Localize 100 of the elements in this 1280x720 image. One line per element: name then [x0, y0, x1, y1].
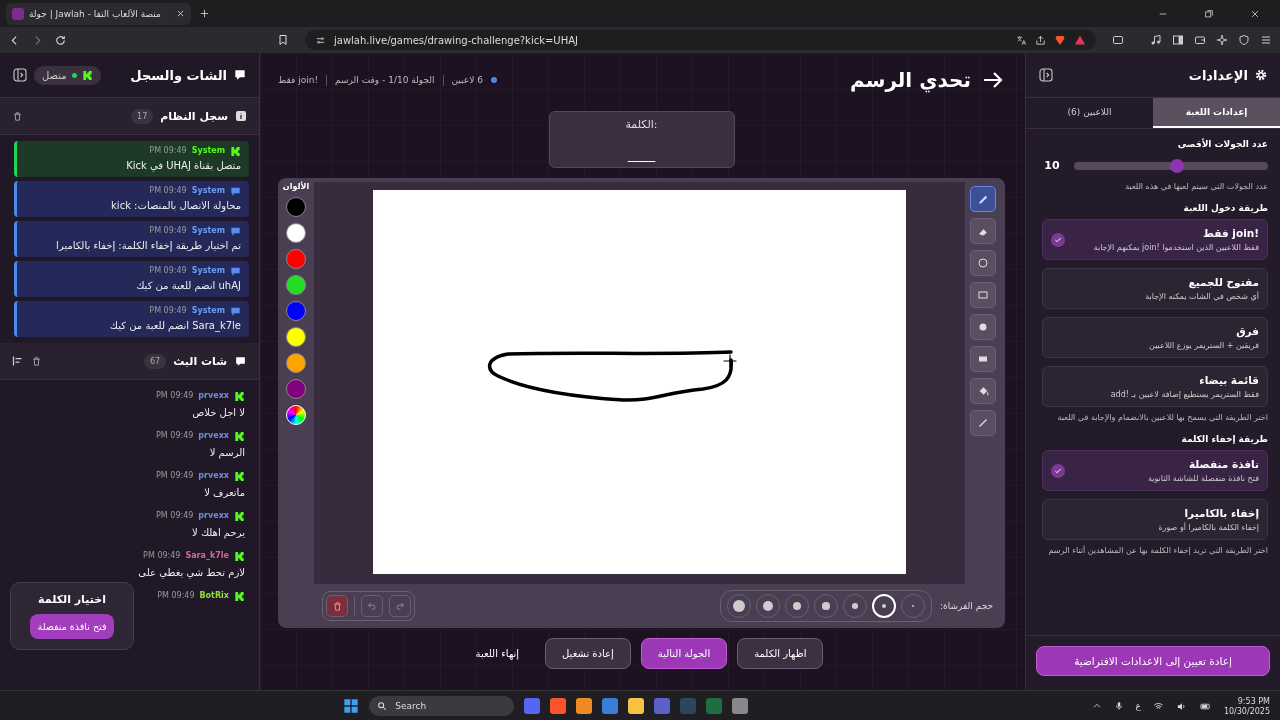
taskbar-app-icon[interactable] [732, 698, 749, 714]
option-card[interactable]: إخفاء بالكاميرا إخفاء الكلمة بالكاميرا أو صورة [1042, 499, 1268, 540]
site-settings-icon [315, 34, 326, 46]
chat-bubble-icon [234, 354, 247, 368]
chat-bubble-icon [233, 68, 247, 82]
align-icon[interactable] [12, 355, 24, 367]
music-note-icon[interactable] [1150, 34, 1162, 46]
address-bar[interactable]: jawlah.live/games/drawing-challenge?kick=UHAJ [305, 30, 1096, 50]
close-icon[interactable] [1250, 8, 1260, 19]
input-language[interactable]: ع [1135, 701, 1141, 711]
color-picker-icon[interactable] [286, 405, 306, 425]
reset-button[interactable]: إعادة تعيين إلى الاعدادات الافتراضية [1036, 646, 1270, 676]
clear-button[interactable] [326, 595, 348, 617]
taskbar-app-icon[interactable] [602, 698, 619, 714]
color-swatch[interactable] [286, 275, 306, 295]
option-card[interactable]: فرق فريقين + الستريمر يوزع اللاعبين [1042, 317, 1268, 358]
microphone-icon[interactable] [1113, 701, 1124, 711]
bookmark-icon[interactable] [277, 34, 289, 46]
open-window-button[interactable]: فتح نافذة منفصلة [29, 614, 115, 639]
tool-button[interactable] [970, 186, 996, 212]
sparkle-icon[interactable] [1216, 34, 1228, 46]
color-swatch[interactable] [286, 353, 306, 373]
word-label: الكلمة: [625, 118, 658, 131]
shield-icon[interactable] [1238, 34, 1250, 46]
setting-title: طريقة إخفاء الكلمة [1180, 434, 1268, 444]
color-swatch[interactable] [286, 379, 306, 399]
chat-username: prvexx [198, 390, 229, 402]
status-dot [490, 77, 497, 83]
info-icon [235, 110, 247, 122]
section-title: سجل النظام [160, 109, 228, 123]
undo-icon [367, 601, 377, 611]
message-time: 09:49 PM [156, 390, 194, 402]
chat-message: لا اجل خلاص [191, 406, 245, 420]
share-icon[interactable] [1035, 34, 1046, 46]
k-logo-icon [234, 510, 245, 522]
tool-button[interactable] [970, 250, 996, 276]
tool-button[interactable] [970, 346, 996, 372]
tool-button[interactable] [970, 314, 996, 340]
settings-tab[interactable]: إعدادات اللعبة [1153, 98, 1280, 128]
collapse-panel-icon[interactable] [12, 67, 28, 83]
message-time: 09:49 PM [149, 265, 187, 277]
color-swatch[interactable] [286, 223, 306, 243]
colors-label: الألوان [282, 182, 310, 191]
taskbar-search[interactable]: Search [369, 696, 515, 716]
rounds-slider[interactable] [1074, 161, 1268, 170]
taskbar-app-icon[interactable] [550, 698, 567, 714]
tool-button[interactable] [970, 282, 996, 308]
text-button[interactable]: إنهاء اللعبة [459, 639, 536, 668]
taskbar-clock[interactable]: 9:53 PM 10/30/2025 [1223, 696, 1270, 716]
k-logo-icon [81, 69, 93, 81]
color-swatch[interactable] [286, 327, 306, 347]
action-button[interactable]: إعادة تشغيل [545, 638, 631, 669]
color-swatch[interactable] [286, 197, 306, 217]
chevron-up-icon[interactable] [1091, 701, 1102, 711]
message-time: 09:49 PM [156, 430, 194, 442]
settings-tab[interactable]: اللاعبين (6) [1026, 98, 1153, 128]
message-count: 67 [143, 353, 167, 369]
log-text: محاولة الاتصال بالمنصات: kick [110, 199, 241, 213]
menu-icon[interactable] [1260, 34, 1272, 46]
setting-hint: اختر الطريقة التي يسمح بها للاعبين بالانضمام والإجابة في اللعبة [1056, 413, 1268, 422]
taskbar-app-icon[interactable] [628, 698, 645, 714]
plus-icon[interactable] [199, 8, 210, 19]
trash-icon[interactable] [12, 110, 23, 122]
option-card[interactable]: !join فقط فقط اللاعبين الذين استخدموا !join يمكنهم الإجابة [1042, 219, 1268, 260]
option-card[interactable]: نافذة منفصلة فتح نافذة منفصلة للشاشة الثانوية [1042, 450, 1268, 491]
screenshot-icon[interactable] [1112, 34, 1124, 46]
taskbar-app-icon[interactable] [576, 698, 593, 714]
wifi-icon[interactable] [1152, 700, 1164, 712]
browser-tab[interactable]: جولة | Jawlah - منصة الألعاب التفا [6, 2, 191, 25]
color-swatch[interactable] [286, 301, 306, 321]
close-icon[interactable] [176, 9, 185, 18]
filled-circle-icon [977, 321, 989, 333]
option-card[interactable]: مفتوح للجميع أي شخص في الشات يمكنه الإجابة [1042, 268, 1268, 309]
action-button[interactable]: الجولة التالية [640, 638, 728, 669]
chat-message: ماتعرف لا [203, 486, 245, 500]
reload-icon[interactable] [54, 33, 67, 47]
action-button[interactable]: اظهار الكلمة [737, 638, 824, 669]
trash-icon[interactable] [31, 355, 42, 367]
restore-icon[interactable] [1204, 8, 1214, 19]
chat-bubble-icon [230, 225, 241, 237]
triangle-icon[interactable] [1074, 34, 1086, 46]
color-swatch[interactable] [286, 249, 306, 269]
windows-logo-icon[interactable] [343, 698, 360, 714]
message-author: System [191, 185, 225, 197]
collapse-panel-icon[interactable] [1038, 67, 1054, 83]
wallet-icon[interactable] [1194, 34, 1206, 46]
translate-icon[interactable] [1016, 34, 1027, 46]
chat-username: prvexx [198, 510, 229, 522]
circle-icon [977, 257, 989, 269]
sidebar-icon[interactable] [1172, 34, 1184, 46]
option-card[interactable]: قائمة بيضاء فقط الستريمر يستطيع إضافة لاعبين بـ !add [1042, 366, 1268, 407]
slider-thumb[interactable] [1169, 158, 1184, 173]
tool-button[interactable] [970, 410, 996, 436]
chat-bubble-icon [230, 305, 241, 317]
player-count: 6 لاعبين [451, 75, 483, 85]
tool-button[interactable] [970, 218, 996, 244]
chat-username: BotRix [199, 590, 229, 602]
tool-button[interactable] [970, 378, 996, 404]
redo-icon [395, 601, 405, 611]
square-icon [977, 289, 989, 301]
